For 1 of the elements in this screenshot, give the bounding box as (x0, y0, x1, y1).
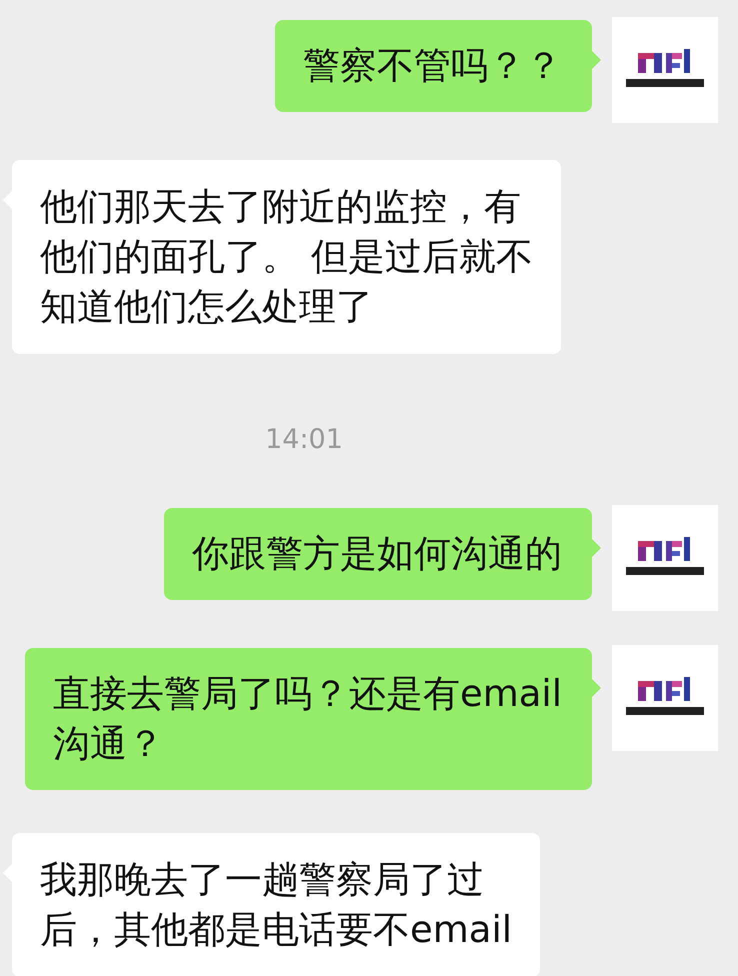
timestamp: 14:01 (265, 424, 343, 455)
